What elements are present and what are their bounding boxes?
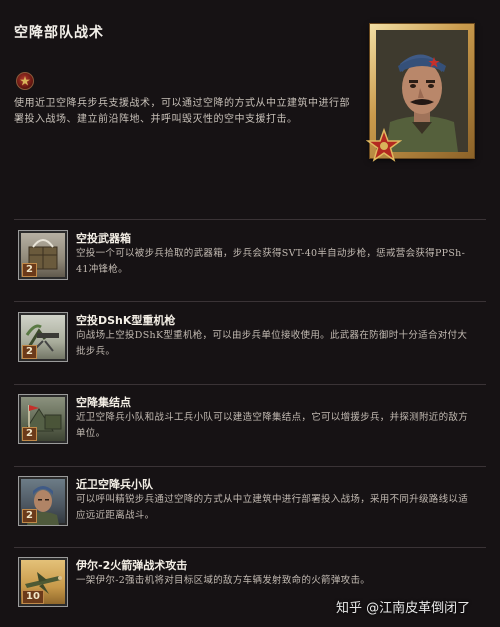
ability-name: 空降集结点 bbox=[76, 396, 131, 409]
cost-badge: 2 bbox=[22, 509, 37, 523]
divider bbox=[14, 384, 486, 385]
order-medal-icon bbox=[366, 128, 402, 162]
red-star-emblem-icon bbox=[16, 72, 34, 90]
divider bbox=[14, 547, 486, 548]
watermark: 知乎 @江南皮革倒闭了 bbox=[336, 601, 471, 616]
ability-description: 近卫空降兵小队和战斗工兵小队可以建造空降集结点，它可以增援步兵，并探测附近的敌方… bbox=[76, 412, 469, 439]
ability-name: 空投DShK型重机枪 bbox=[76, 314, 176, 327]
ability-description: 空投一个可以被步兵拾取的武器箱，步兵会获得SVT-40半自动步枪，惩戒营会获得P… bbox=[76, 248, 466, 275]
doctrine-description: 使用近卫空降兵步兵支援战术，可以通过空降的方式从中立建筑中进行部署投入战场、建立… bbox=[14, 98, 350, 125]
rally-point-icon: 2 bbox=[18, 394, 68, 444]
cost-badge: 2 bbox=[22, 345, 37, 359]
commander-portrait bbox=[366, 24, 474, 162]
divider bbox=[14, 466, 486, 467]
page-title: 空降部队战术 bbox=[14, 25, 104, 41]
ability-description: 一架伊尔-2强击机将对目标区域的敌方车辆发射致命的火箭弹攻击。 bbox=[76, 575, 371, 586]
ability-description: 可以呼叫精锐步兵通过空降的方式从中立建筑中进行部署投入战场，采用不同升级路线以适… bbox=[76, 494, 469, 521]
ability-name: 伊尔-2火箭弹战术攻击 bbox=[76, 559, 188, 572]
il2-rocket-strike-icon: 10 bbox=[18, 557, 68, 607]
divider bbox=[14, 219, 486, 220]
paratrooper-squad-icon: 2 bbox=[18, 476, 68, 526]
ability-name: 近卫空降兵小队 bbox=[76, 478, 153, 491]
divider bbox=[14, 301, 486, 302]
ability-name: 空投武器箱 bbox=[76, 232, 131, 245]
cost-badge: 2 bbox=[22, 263, 37, 277]
ability-description: 向战场上空投DShK型重机枪，可以由步兵单位接收使用。此武器在防御时十分适合对付… bbox=[76, 330, 468, 357]
heavy-machine-gun-icon: 2 bbox=[18, 312, 68, 362]
cost-badge: 10 bbox=[22, 590, 44, 604]
cost-badge: 2 bbox=[22, 427, 37, 441]
weapon-crate-icon: 2 bbox=[18, 230, 68, 280]
